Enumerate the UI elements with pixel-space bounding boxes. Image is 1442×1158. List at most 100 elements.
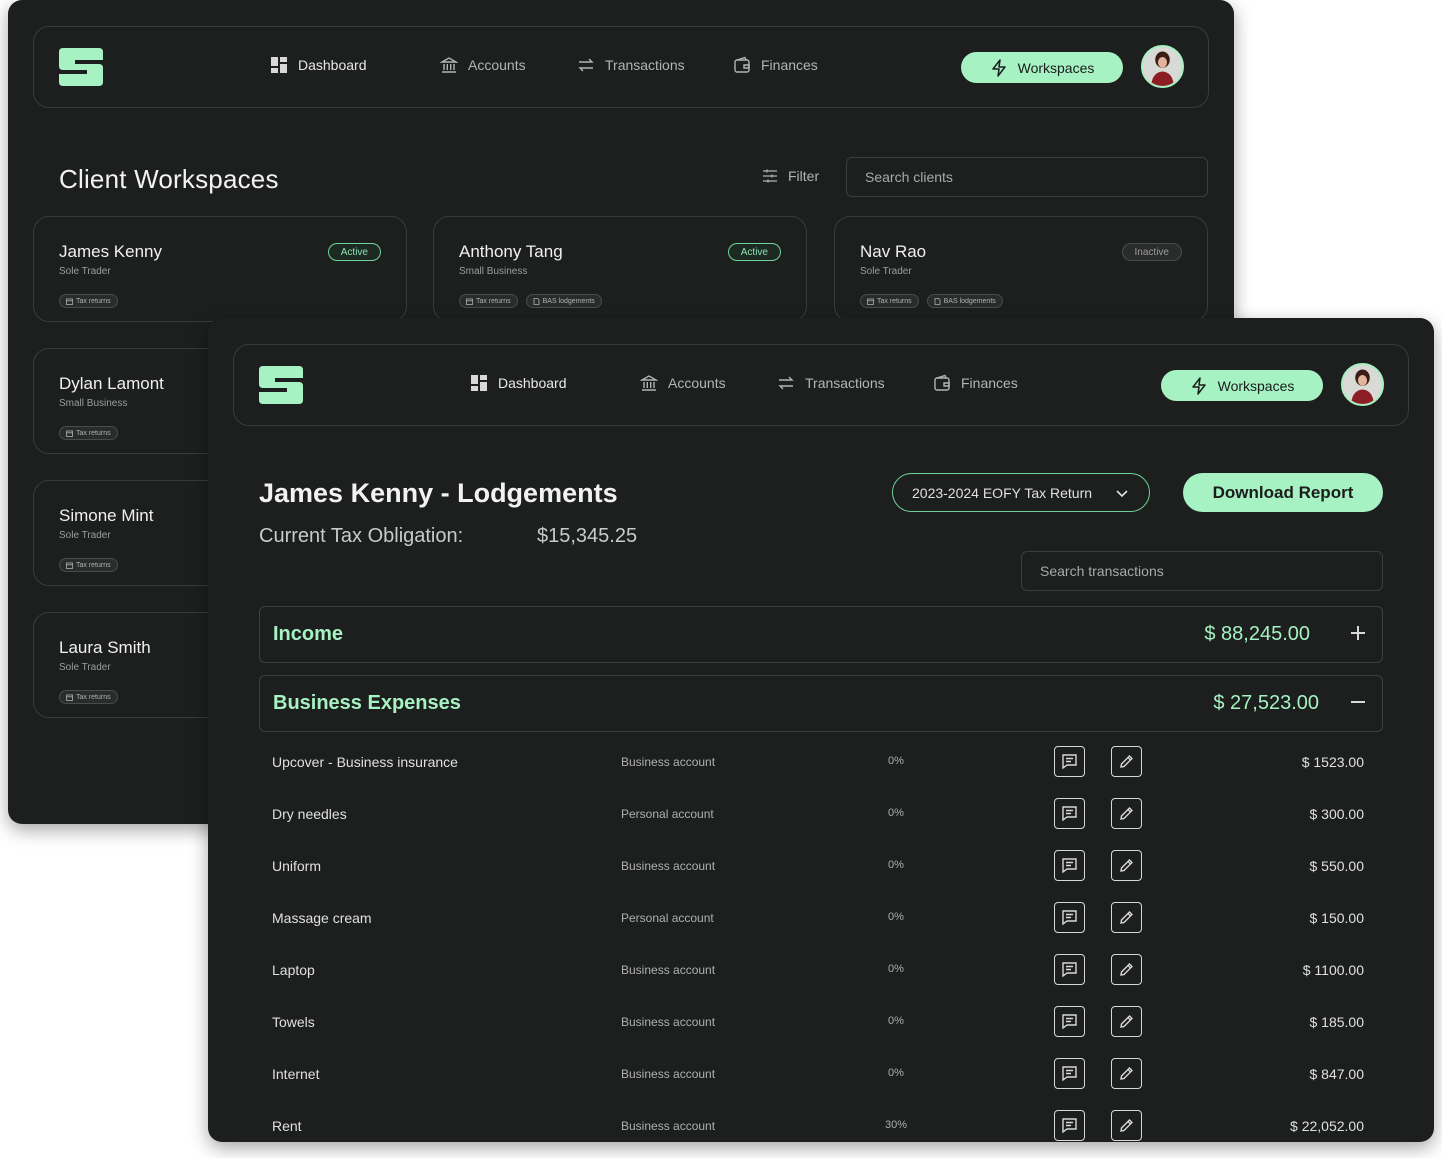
expense-name: Uniform: [272, 858, 322, 874]
expense-row[interactable]: Dry needles Personal account 0% $ 300.00: [272, 788, 1372, 840]
expense-account: Business account: [621, 859, 716, 873]
edit-button[interactable]: [1111, 850, 1142, 881]
search-transactions-input[interactable]: Search transactions: [1021, 551, 1383, 591]
nav-finances-label: Finances: [761, 57, 818, 73]
bank-icon: [640, 375, 658, 391]
expense-row[interactable]: Laptop Business account 0% $ 1100.00: [272, 944, 1372, 996]
edit-button[interactable]: [1111, 1006, 1142, 1037]
nav-transactions[interactable]: Transactions: [577, 56, 685, 74]
expense-row[interactable]: Rent Business account 30% $ 22,052.00: [272, 1100, 1372, 1142]
tag-bas-lodgements: BAS lodgements: [525, 294, 602, 308]
download-report-button[interactable]: Download Report: [1183, 473, 1383, 512]
tag-tax-returns: Tax returns: [59, 558, 118, 572]
client-card-anthony-tang[interactable]: Anthony Tang Small Business Active Tax r…: [433, 216, 807, 322]
section-total: $ 27,523.00: [1213, 692, 1319, 714]
edit-button[interactable]: [1111, 1110, 1142, 1141]
pencil-icon: [1120, 1119, 1133, 1132]
expense-row[interactable]: Uniform Business account 0% $ 550.00: [272, 840, 1372, 892]
client-name: Nav Rao: [860, 242, 927, 261]
lightning-icon: [1191, 376, 1206, 395]
comment-button[interactable]: [1054, 1110, 1085, 1141]
nav-accounts[interactable]: Accounts: [440, 56, 526, 74]
client-card-james-kenny[interactable]: James Kenny Sole Trader Active Tax retur…: [33, 216, 407, 322]
client-name: James Kenny: [59, 242, 162, 261]
tag-tax-returns: Tax returns: [860, 294, 919, 308]
expense-account: Personal account: [621, 911, 714, 925]
pencil-icon: [1120, 963, 1133, 976]
user-avatar[interactable]: [1141, 45, 1184, 88]
workspaces-button[interactable]: Workspaces: [1161, 370, 1323, 401]
expense-row[interactable]: Upcover - Business insurance Business acc…: [272, 736, 1372, 788]
expense-account: Business account: [621, 1015, 716, 1029]
filter-button[interactable]: Filter: [762, 168, 819, 184]
app-logo[interactable]: [259, 366, 303, 404]
nav-finances[interactable]: Finances: [933, 374, 1018, 392]
nav-dashboard[interactable]: Dashboard: [470, 374, 567, 392]
expense-row[interactable]: Towels Business account 0% $ 185.00: [272, 996, 1372, 1048]
expense-percent: 0%: [888, 755, 904, 767]
minus-icon[interactable]: [1348, 692, 1368, 712]
expense-amount: $ 185.00: [1309, 1014, 1365, 1030]
search-clients-input[interactable]: Search clients: [846, 157, 1208, 197]
app-logo[interactable]: [59, 48, 103, 86]
edit-button[interactable]: [1111, 1058, 1142, 1089]
section-income[interactable]: Income $ 88,245.00: [259, 606, 1383, 663]
comment-icon: [1062, 1118, 1077, 1134]
comment-button[interactable]: [1054, 850, 1085, 881]
plus-icon[interactable]: [1348, 623, 1368, 643]
edit-button[interactable]: [1111, 902, 1142, 933]
expense-percent: 0%: [888, 1067, 904, 1079]
download-report-label: Download Report: [1212, 482, 1354, 502]
comment-button[interactable]: [1054, 902, 1085, 933]
section-business-expenses[interactable]: Business Expenses $ 27,523.00: [259, 675, 1383, 732]
expense-row[interactable]: Massage cream Personal account 0% $ 150.00: [272, 892, 1372, 944]
avatar-image: [1343, 365, 1382, 404]
edit-button[interactable]: [1111, 746, 1142, 777]
pencil-icon: [1120, 911, 1133, 924]
document-icon: [533, 297, 540, 305]
comment-button[interactable]: [1054, 746, 1085, 777]
pencil-icon: [1120, 859, 1133, 872]
filter-sliders-icon: [763, 169, 777, 183]
client-card-nav-rao[interactable]: Nav Rao Sole Trader Inactive Tax returns…: [834, 216, 1208, 322]
tax-obligation-value: $15,345.25: [537, 525, 638, 547]
chevron-down-icon: [1116, 490, 1128, 498]
tag-label: Tax returns: [76, 429, 111, 437]
client-type: Small Business: [59, 398, 128, 409]
top-nav: Dashboard Accounts Transactions Finances…: [233, 344, 1409, 426]
nav-transactions[interactable]: Transactions: [777, 374, 885, 392]
edit-button[interactable]: [1111, 954, 1142, 985]
tag-bas-lodgements: BAS lodgements: [926, 294, 1003, 308]
search-transactions-placeholder: Search transactions: [1040, 563, 1164, 579]
dashboard-icon: [471, 375, 487, 391]
tag-label: Tax returns: [877, 297, 912, 305]
nav-accounts[interactable]: Accounts: [640, 374, 726, 392]
lodgements-window: Dashboard Accounts Transactions Finances…: [208, 318, 1434, 1142]
tag-tax-returns: Tax returns: [59, 426, 118, 440]
calendar-icon: [867, 298, 874, 305]
tax-period-select[interactable]: 2023-2024 EOFY Tax Return: [892, 473, 1150, 512]
edit-button[interactable]: [1111, 798, 1142, 829]
workspaces-button[interactable]: Workspaces: [961, 52, 1123, 83]
nav-finances[interactable]: Finances: [733, 56, 818, 74]
comment-button[interactable]: [1054, 954, 1085, 985]
pencil-icon: [1120, 755, 1133, 768]
tag-tax-returns: Tax returns: [59, 690, 118, 704]
nav-dashboard[interactable]: Dashboard: [270, 56, 367, 74]
expense-account: Business account: [621, 755, 716, 769]
tag-tax-returns: Tax returns: [59, 294, 118, 308]
calendar-icon: [466, 298, 473, 305]
user-avatar[interactable]: [1341, 363, 1384, 406]
expense-name: Laptop: [272, 962, 315, 978]
wallet-icon: [934, 374, 950, 391]
calendar-icon: [66, 562, 73, 569]
comment-button[interactable]: [1054, 1058, 1085, 1089]
client-type: Small Business: [459, 266, 528, 277]
expense-amount: $ 1523.00: [1301, 754, 1364, 770]
expense-row[interactable]: Internet Business account 0% $ 847.00: [272, 1048, 1372, 1100]
comment-button[interactable]: [1054, 798, 1085, 829]
expense-name: Internet: [272, 1066, 320, 1082]
comment-button[interactable]: [1054, 1006, 1085, 1037]
nav-finances-label: Finances: [961, 375, 1018, 391]
expense-percent: 0%: [888, 963, 904, 975]
